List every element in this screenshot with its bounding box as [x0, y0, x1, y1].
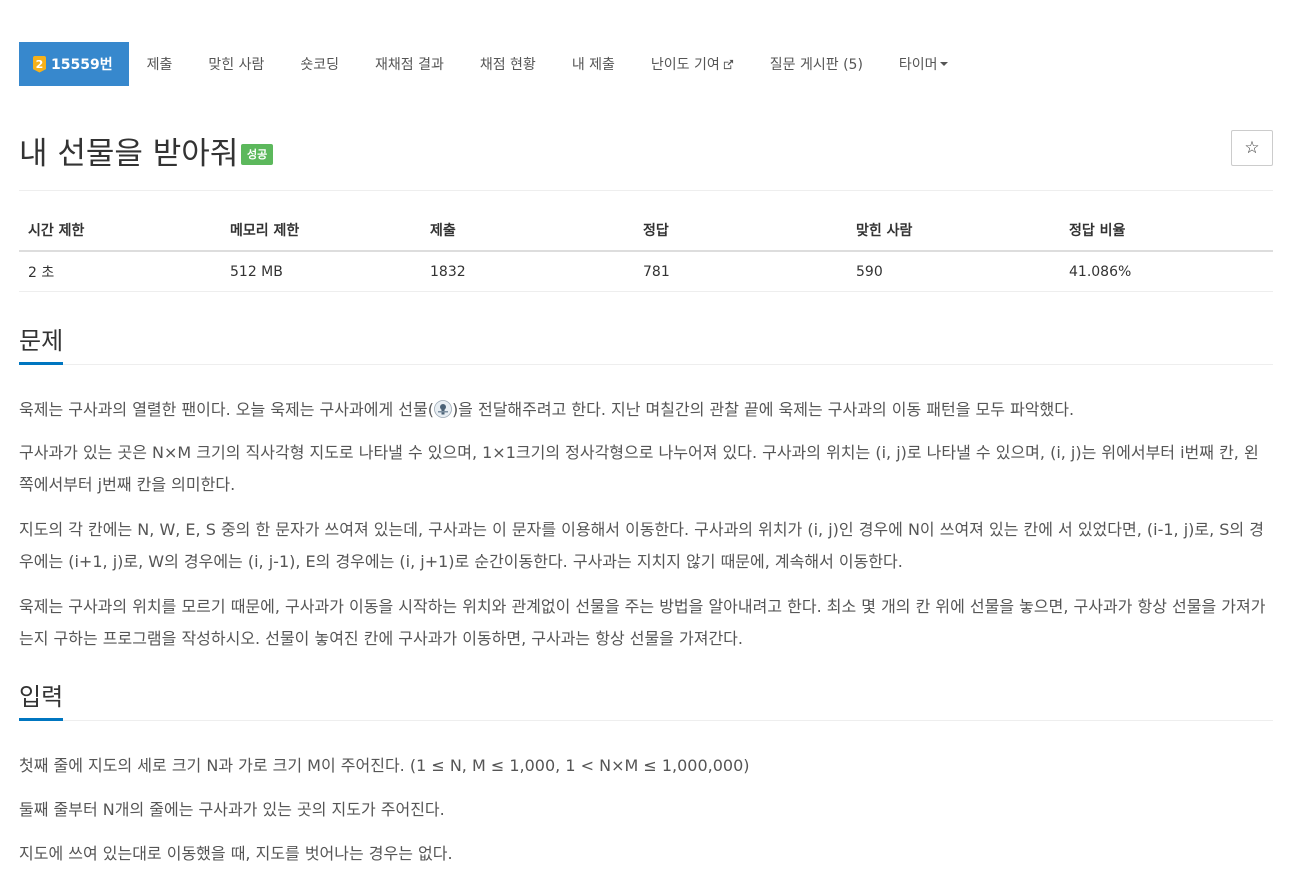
caret-down-icon [939, 62, 948, 66]
section-underline [19, 718, 63, 721]
table-header-row: 시간 제한 메모리 제한 제출 정답 맞힌 사람 정답 비율 [19, 210, 1273, 252]
problem-paragraph-3: 지도의 각 칸에는 N, W, E, S 중의 한 문자가 쓰여져 있는데, 구… [19, 520, 1264, 571]
nav-shortcoding[interactable]: 숏코딩 [282, 42, 357, 86]
input-section-title: 입력 [19, 683, 64, 711]
problem-paragraph-2: 구사과가 있는 곳은 N×M 크기의 직사각형 지도로 나타낼 수 있으며, 1… [19, 443, 1259, 494]
input-section-header: 입력 [19, 682, 1273, 721]
problem-section-title: 문제 [19, 327, 64, 355]
nav-question-board[interactable]: 질문 게시판 (5) [752, 42, 881, 86]
header-memory-limit: 메모리 제한 [221, 210, 421, 252]
star-icon: ☆ [1244, 138, 1260, 158]
nav-timer-label: 타이머 [898, 57, 938, 73]
external-link-icon [723, 59, 733, 69]
nav-rejudge[interactable]: 재채점 결과 [357, 42, 462, 86]
problem-section-header: 문제 [19, 326, 1273, 365]
header-time-limit: 시간 제한 [19, 210, 221, 252]
section-underline [19, 362, 63, 365]
problem-nav: 2 15559번 제출 맞힌 사람 숏코딩 재채점 결과 채점 현황 내 제출 … [19, 42, 966, 86]
input-paragraph-2: 둘째 줄부터 N개의 줄에는 구사과가 있는 곳의 지도가 주어진다. [19, 800, 445, 819]
nav-rejudge-label: 재채점 결과 [374, 57, 444, 73]
nav-my-submissions-label: 내 제출 [571, 57, 615, 73]
header-submissions: 제출 [421, 210, 634, 252]
nav-problem-number[interactable]: 2 15559번 [19, 42, 129, 86]
problem-p1-after: )을 전달해주려고 한다. 지난 며칠간의 관찰 끝에 욱제는 구사과의 이동 … [451, 400, 1075, 419]
problem-paragraph-4: 욱제는 구사과의 위치를 모르기 때문에, 구사과가 이동을 시작하는 위치와 … [19, 597, 1266, 648]
nav-difficulty-label: 난이도 기여 [650, 57, 720, 73]
nav-solvers-label: 맞힌 사람 [208, 57, 265, 73]
header-ratio: 정답 비율 [1060, 210, 1273, 252]
input-paragraph-1: 첫째 줄에 지도의 세로 크기 N과 가로 크기 M이 주어진다. (1 ≤ N… [19, 756, 750, 775]
favorite-star-button[interactable]: ☆ [1231, 130, 1273, 166]
nav-timer-dropdown[interactable]: 타이머 [881, 42, 966, 86]
header-solvers: 맞힌 사람 [847, 210, 1060, 252]
title-row: 내 선물을 받아줘 성공 ☆ [19, 128, 1273, 191]
nav-solvers[interactable]: 맞힌 사람 [190, 42, 282, 86]
status-badge: 성공 [241, 144, 274, 165]
nav-submit-label: 제출 [146, 57, 173, 73]
page-title: 내 선물을 받아줘 [19, 136, 239, 172]
nav-question-board-label: 질문 게시판 (5) [769, 57, 863, 73]
nav-shortcoding-label: 숏코딩 [300, 57, 339, 73]
nav-status-label: 채점 현황 [479, 57, 536, 73]
problem-paragraph-1: 욱제는 구사과의 열렬한 팬이다. 오늘 욱제는 구사과에게 선물( )을 전달… [19, 394, 1267, 426]
value-solvers: 590 [847, 251, 1060, 292]
value-accepted: 781 [634, 251, 847, 292]
value-ratio: 41.086% [1060, 251, 1273, 292]
tier-badge-icon: 2 [33, 55, 46, 73]
header-accepted: 정답 [634, 210, 847, 252]
value-submissions: 1832 [421, 251, 634, 292]
nav-difficulty-contribution[interactable]: 난이도 기여 [633, 42, 752, 86]
table-row: 2 초 512 MB 1832 781 590 41.086% [19, 251, 1273, 292]
value-time-limit: 2 초 [19, 251, 221, 292]
problem-info-table: 시간 제한 메모리 제한 제출 정답 맞힌 사람 정답 비율 2 초 512 M… [19, 210, 1273, 292]
nav-my-submissions[interactable]: 내 제출 [554, 42, 633, 86]
nav-submit[interactable]: 제출 [129, 42, 191, 86]
problem-number: 15559번 [51, 57, 113, 73]
gift-emoji-icon [434, 400, 452, 418]
problem-p1-before: 욱제는 구사과의 열렬한 팬이다. 오늘 욱제는 구사과에게 선물( [19, 400, 434, 419]
nav-status[interactable]: 채점 현황 [462, 42, 554, 86]
value-memory-limit: 512 MB [221, 251, 421, 292]
input-paragraph-3: 지도에 쓰여 있는대로 이동했을 때, 지도를 벗어나는 경우는 없다. [19, 844, 453, 863]
